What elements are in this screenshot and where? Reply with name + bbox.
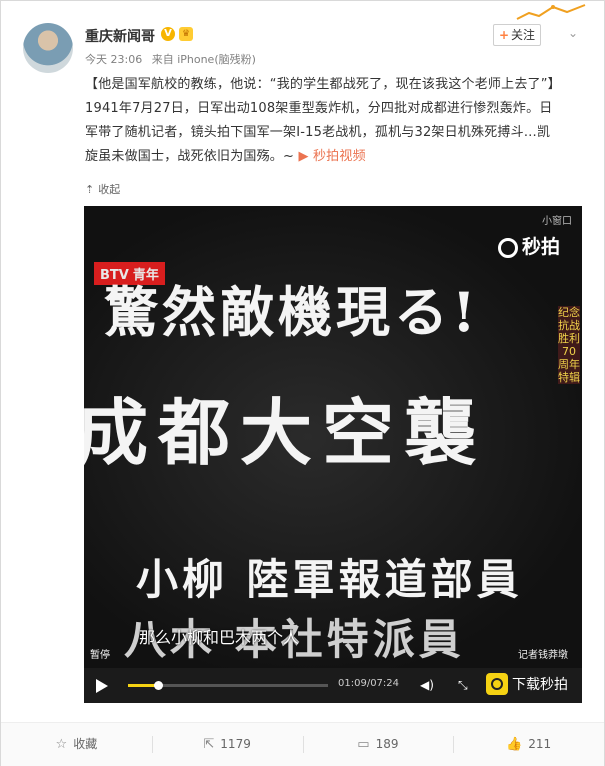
repost-icon: ⇱: [203, 737, 215, 752]
author-name[interactable]: 重庆新闻哥: [85, 26, 155, 46]
play-circle-icon: ▶: [298, 149, 309, 164]
post-time[interactable]: 今天 23:06: [85, 53, 142, 66]
repost-count: 1179: [220, 737, 251, 751]
pause-label: 暂停: [90, 650, 110, 661]
comment-count: 189: [375, 737, 399, 751]
favorite-button[interactable]: ☆ 收藏: [1, 723, 152, 766]
fullscreen-icon[interactable]: ⤡: [458, 678, 468, 693]
play-icon[interactable]: [96, 679, 108, 693]
plus-icon: +: [498, 28, 510, 42]
trend-decoration-icon: [516, 4, 586, 20]
verified-badge-icon: V: [161, 27, 175, 41]
video-link[interactable]: ▶ 秒拍视频: [298, 149, 365, 164]
action-bar: ☆ 收藏 ⇱ 1179 ▭ 189 👍 211: [1, 722, 604, 766]
progress-knob[interactable]: [154, 681, 163, 690]
video-controls: 01:09/07:24 ◀) ⤡ 下载秒拍: [84, 668, 582, 703]
small-window-button[interactable]: 小窗口: [542, 212, 572, 227]
video-subtitle: 那么小柳和巴木两个人: [139, 628, 300, 647]
video-time: 01:09/07:24: [338, 678, 400, 689]
download-miaopai-button[interactable]: 下载秒拍: [486, 672, 568, 698]
miaopai-download-icon: [486, 673, 508, 695]
medal-icon: ♛: [179, 27, 193, 41]
video-player[interactable]: 小窗口 秒拍 BTV 青年 驚然敵機現る! 成都大空襲 小柳 陸軍報道部員 八木 …: [84, 206, 582, 703]
star-icon: ☆: [55, 737, 68, 752]
chevron-down-icon[interactable]: ⌄: [568, 26, 578, 40]
video-caption-2: 成都大空襲: [84, 390, 487, 475]
anniversary-banner: 纪念抗战胜利70周年特辑: [558, 306, 580, 384]
comment-button[interactable]: ▭ 189: [302, 723, 454, 766]
repost-button[interactable]: ⇱ 1179: [151, 723, 303, 766]
follow-label: 关注: [511, 28, 536, 42]
volume-icon[interactable]: ◀): [420, 678, 434, 692]
like-button[interactable]: 👍 211: [453, 723, 604, 766]
video-link-label: 秒拍视频: [312, 149, 366, 164]
weibo-post-card: 重庆新闻哥 V ♛ 今天 23:06 来自 iPhone(脑残粉) + 关注 ⌄ …: [0, 0, 605, 766]
download-label: 下载秒拍: [512, 677, 568, 693]
video-caption-1: 驚然敵機現る!: [104, 280, 480, 344]
post-meta: 今天 23:06 来自 iPhone(脑残粉): [85, 51, 262, 67]
post-text: 【他是国军航校的教练，他说：“我的学生都战死了，现在该我这个老师上去了”】194…: [85, 73, 555, 169]
collapse-link[interactable]: ⇡ 收起: [85, 181, 120, 197]
video-caption-3: 小柳 陸軍報道部員: [136, 555, 523, 604]
avatar[interactable]: [23, 23, 73, 73]
reporter-credit: 记者钱莽墩: [518, 650, 568, 661]
favorite-label: 收藏: [73, 737, 98, 751]
thumbs-up-icon: 👍: [506, 737, 523, 752]
miaopai-watermark: 秒拍: [497, 232, 560, 259]
collapse-label: 收起: [98, 183, 121, 196]
miaopai-logo-icon: [497, 238, 518, 258]
miaopai-brand: 秒拍: [521, 236, 560, 258]
comment-icon: ▭: [357, 737, 370, 752]
video-frame[interactable]: 小窗口 秒拍 BTV 青年 驚然敵機現る! 成都大空襲 小柳 陸軍報道部員 八木 …: [84, 206, 582, 668]
like-count: 211: [528, 737, 552, 751]
collapse-arrow-icon: ⇡: [85, 183, 95, 196]
follow-button[interactable]: + 关注: [493, 24, 541, 46]
progress-bar[interactable]: [128, 681, 328, 690]
post-source[interactable]: 来自 iPhone(脑残粉): [152, 53, 256, 66]
